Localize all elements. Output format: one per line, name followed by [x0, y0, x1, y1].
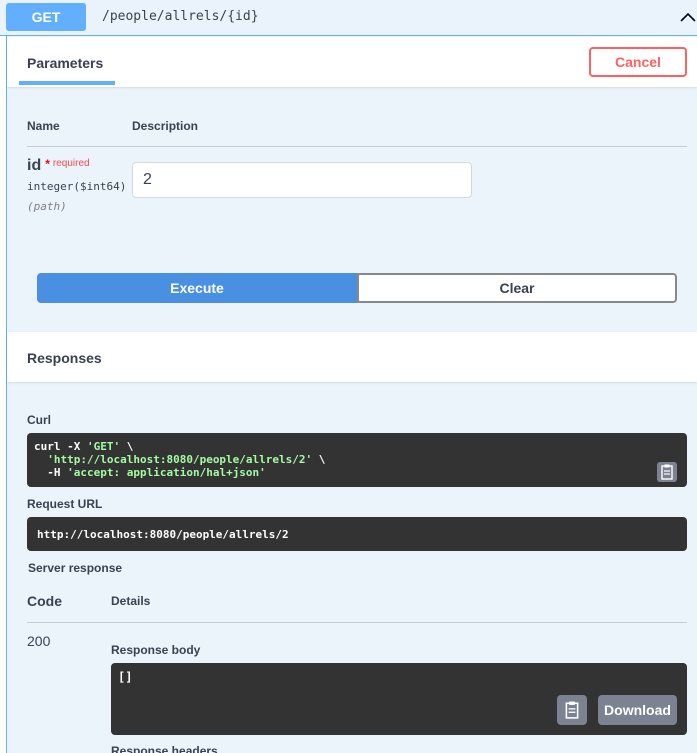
column-header-description: Description	[132, 119, 199, 133]
parameters-header: Parameters Cancel	[7, 37, 697, 87]
request-url-block[interactable]: http://localhost:8080/people/allrels/2	[27, 517, 687, 551]
clipboard-icon	[565, 701, 579, 719]
curl-code-block[interactable]: curl -X 'GET' \ 'http://localhost:8080/p…	[27, 433, 687, 487]
http-method-badge: GET	[6, 3, 86, 31]
endpoint-path: /people/allrels/{id}	[102, 9, 259, 24]
tab-parameters[interactable]: Parameters	[27, 55, 103, 71]
curl-command: curl -X	[34, 440, 87, 453]
curl-label: Curl	[27, 413, 51, 427]
execute-button-group: Execute Clear	[37, 273, 677, 303]
id-input[interactable]	[132, 162, 472, 198]
operation-summary[interactable]: GET /people/allrels/{id}	[0, 0, 697, 36]
copy-response-button[interactable]	[557, 695, 587, 725]
curl-line-1: curl -X 'GET' \	[34, 440, 325, 453]
curl-url: 'http://localhost:8080/people/allrels/2'	[47, 453, 313, 466]
curl-line-3: -H 'accept: application/hal+json'	[34, 466, 325, 479]
curl-method: 'GET'	[86, 440, 121, 453]
column-header-code: Code	[27, 593, 62, 609]
response-status-code: 200	[27, 633, 51, 649]
curl-accept-header: 'accept: application/hal+json'	[67, 466, 266, 479]
server-response-label: Server response	[28, 561, 123, 575]
curl-line-continuation: \	[120, 440, 134, 453]
parameter-location: (path)	[27, 200, 67, 213]
cancel-button[interactable]: Cancel	[589, 47, 687, 77]
column-header-details: Details	[111, 594, 151, 608]
response-headers-label: Response headers	[111, 744, 218, 753]
curl-line-continuation: \	[312, 453, 326, 466]
parameter-name: id * required	[27, 157, 90, 175]
parameter-type: integer($int64)	[27, 180, 127, 193]
required-asterisk: *	[45, 157, 50, 171]
download-button[interactable]: Download	[598, 695, 677, 725]
responses-title: Responses	[27, 350, 102, 366]
required-label: required	[52, 158, 90, 169]
execute-button[interactable]: Execute	[37, 273, 357, 303]
curl-header-flag: -H	[34, 466, 68, 479]
request-url-value: http://localhost:8080/people/allrels/2	[37, 528, 289, 541]
parameter-name-text: id	[27, 157, 42, 174]
table-header-divider	[27, 146, 687, 147]
response-body-label: Response body	[111, 643, 201, 657]
response-body-value: []	[118, 670, 133, 684]
clipboard-icon	[661, 464, 673, 480]
copy-to-clipboard-button[interactable]	[657, 462, 677, 482]
curl-line-2: 'http://localhost:8080/people/allrels/2'…	[34, 453, 325, 466]
clear-button[interactable]: Clear	[357, 273, 677, 303]
curl-indent	[34, 453, 47, 466]
chevron-up-icon[interactable]	[678, 7, 697, 27]
request-url-label: Request URL	[27, 497, 103, 511]
column-header-name: Name	[27, 119, 60, 133]
tab-active-underline	[19, 81, 115, 85]
response-table-divider	[27, 622, 687, 623]
responses-header: Responses	[7, 332, 697, 382]
